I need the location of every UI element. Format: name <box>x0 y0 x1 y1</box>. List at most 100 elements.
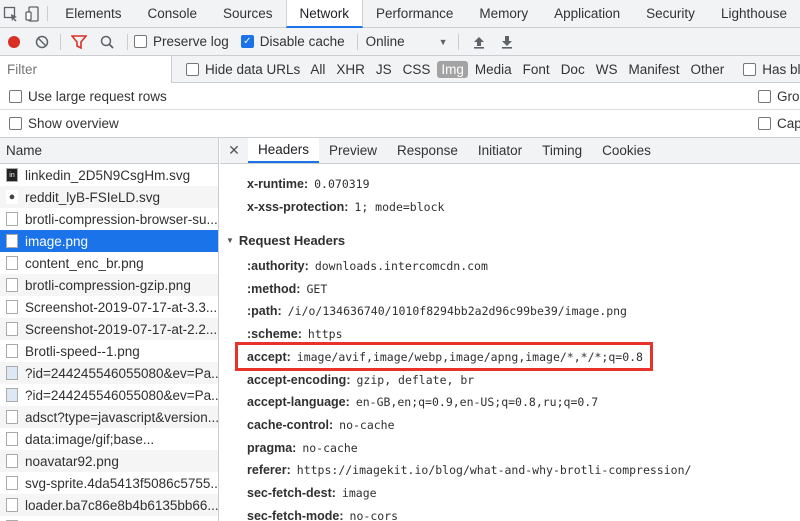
filter-type-xhr[interactable]: XHR <box>332 61 369 78</box>
filter-type-font[interactable]: Font <box>519 61 554 78</box>
show-overview-checkbox[interactable]: Show overview <box>9 116 119 131</box>
detail-tabs: ✕ Headers Preview Response Initiator Timing C… <box>220 138 800 164</box>
tab-security[interactable]: Security <box>633 0 708 27</box>
request-row[interactable]: ● reddit_lyB-FSIeLD.svg <box>0 186 218 208</box>
request-row[interactable]: brotli-compression-browser-su... <box>0 208 218 230</box>
detail-tab-initiator[interactable]: Initiator <box>468 138 532 163</box>
inspect-element-icon[interactable] <box>0 0 22 27</box>
hide-data-urls-checkbox[interactable]: Hide data URLs <box>186 62 300 77</box>
filter-type-doc[interactable]: Doc <box>557 61 589 78</box>
preserve-log-checkbox[interactable]: Preserve log <box>134 34 229 49</box>
request-row[interactable]: data:image/gif;base... <box>0 428 218 450</box>
file-icon <box>6 234 18 248</box>
request-row[interactable]: content_enc_br.png <box>0 252 218 274</box>
checkbox-icon <box>9 117 22 130</box>
detail-tab-headers[interactable]: Headers <box>248 138 320 163</box>
request-row[interactable]: svg-sprite.4da5413f5086c5755... <box>0 472 218 494</box>
header-name: referer: <box>247 463 291 478</box>
tab-console[interactable]: Console <box>134 0 210 27</box>
large-rows-checkbox[interactable]: Use large request rows <box>9 89 167 104</box>
throttling-value: Online <box>365 34 405 49</box>
filter-type-css[interactable]: CSS <box>399 61 435 78</box>
request-header: :path: /i/o/134636740/1010f8294bb2a2d96c9… <box>247 300 627 322</box>
tab-network[interactable]: Network <box>285 0 364 28</box>
request-list: Name in linkedin_2D5N9CsgHm.svg ● reddit_ly… <box>0 138 219 521</box>
file-icon <box>6 476 18 490</box>
has-blocked-label: Has blocked <box>762 61 800 77</box>
request-header: accept-language: en-GB,en;q=0.9,en-US;q=0… <box>247 391 598 413</box>
filter-type-other[interactable]: Other <box>686 61 728 78</box>
record-icon[interactable] <box>0 28 28 56</box>
close-icon[interactable]: ✕ <box>220 138 248 163</box>
header-value: GET <box>306 281 328 296</box>
detail-tab-cookies[interactable]: Cookies <box>592 138 661 163</box>
group-by-frame-checkbox[interactable]: Grou <box>758 89 800 104</box>
header-value: 0.070319 <box>314 177 370 191</box>
detail-tab-response[interactable]: Response <box>387 138 468 163</box>
request-row[interactable]: ?id=244245546055080&ev=Pa... <box>0 362 218 384</box>
request-name: adsct?type=javascript&version... <box>25 409 218 425</box>
tab-elements[interactable]: Elements <box>52 0 134 27</box>
filter-icon[interactable] <box>65 28 93 56</box>
request-headers-title: Request Headers <box>238 232 346 248</box>
header-name: :authority: <box>247 259 309 273</box>
request-row[interactable]: image.png <box>0 230 218 252</box>
request-row[interactable]: Screenshot-2019-07-17-at-3.3... <box>0 296 218 318</box>
tab-sources[interactable]: Sources <box>210 0 286 27</box>
request-header: :authority: downloads.intercomcdn.com <box>247 255 488 277</box>
tab-memory[interactable]: Memory <box>466 0 541 27</box>
filter-type-media[interactable]: Media <box>471 61 516 78</box>
header-name: :path: <box>247 304 282 319</box>
disable-cache-checkbox[interactable]: ✓ Disable cache <box>240 34 345 49</box>
request-row[interactable]: ?id=244245546055080&ev=Pa... <box>0 384 218 406</box>
name-column-header[interactable]: Name <box>0 138 218 164</box>
detail-tab-timing[interactable]: Timing <box>532 138 592 163</box>
tab-lighthouse[interactable]: Lighthouse <box>708 0 800 27</box>
export-har-icon[interactable] <box>493 28 521 56</box>
clear-icon[interactable] <box>28 28 56 56</box>
checkbox-icon <box>186 62 199 76</box>
detail-tab-preview[interactable]: Preview <box>319 138 387 163</box>
filter-type-ws[interactable]: WS <box>592 61 622 78</box>
device-toolbar-icon[interactable] <box>22 0 44 27</box>
file-icon <box>6 256 18 270</box>
file-icon <box>6 498 18 512</box>
file-icon <box>6 432 18 446</box>
request-row[interactable]: loader.ba7c86e8b4b6135bb66... <box>0 494 218 516</box>
filter-input[interactable] <box>0 55 172 83</box>
request-row[interactable]: adsct?type=javascript&version... <box>0 406 218 428</box>
tab-application[interactable]: Application <box>541 0 633 27</box>
image-file-icon <box>6 366 18 380</box>
expand-triangle-icon: ▼ <box>226 235 234 245</box>
header-value: no-cors <box>349 508 399 521</box>
reddit-icon: ● <box>6 190 18 204</box>
search-icon[interactable] <box>93 28 121 56</box>
large-rows-label: Use large request rows <box>28 88 167 104</box>
request-row[interactable]: noavatar92.png <box>0 450 218 472</box>
request-row[interactable]: Screenshot-2019-07-17-at-2.2... <box>0 318 218 340</box>
has-blocked-checkbox[interactable]: Has blocked <box>743 62 800 77</box>
request-name: Screenshot-2019-07-17-at-3.3... <box>25 299 218 315</box>
header-value: https://imagekit.io/blog/what-and-why-br… <box>296 463 692 478</box>
request-row[interactable]: sprite.654110c3936f422f93... <box>0 516 218 521</box>
tab-performance[interactable]: Performance <box>363 0 466 27</box>
request-row[interactable]: brotli-compression-gzip.png <box>0 274 218 296</box>
request-headers-section[interactable]: ▼ Request Headers <box>226 228 345 252</box>
checkbox-icon <box>758 117 771 130</box>
file-icon <box>6 278 18 292</box>
request-header: cache-control: no-cache <box>247 414 395 436</box>
filter-type-js[interactable]: JS <box>372 61 396 78</box>
filter-type-manifest[interactable]: Manifest <box>624 61 683 78</box>
capture-screenshots-checkbox[interactable]: Cap <box>758 116 800 131</box>
name-column-label: Name <box>6 143 43 158</box>
filter-type-all[interactable]: All <box>306 61 329 78</box>
filter-type-img[interactable]: Img <box>437 60 468 78</box>
throttling-select[interactable]: Online ▼ <box>366 34 448 49</box>
request-row[interactable]: in linkedin_2D5N9CsgHm.svg <box>0 164 218 186</box>
request-name: brotli-compression-browser-su... <box>25 211 218 227</box>
request-name: Brotli-speed--1.png <box>25 343 140 359</box>
checkbox-icon <box>743 62 757 76</box>
request-row[interactable]: Brotli-speed--1.png <box>0 340 218 362</box>
file-icon <box>6 454 18 468</box>
import-har-icon[interactable] <box>465 28 493 56</box>
